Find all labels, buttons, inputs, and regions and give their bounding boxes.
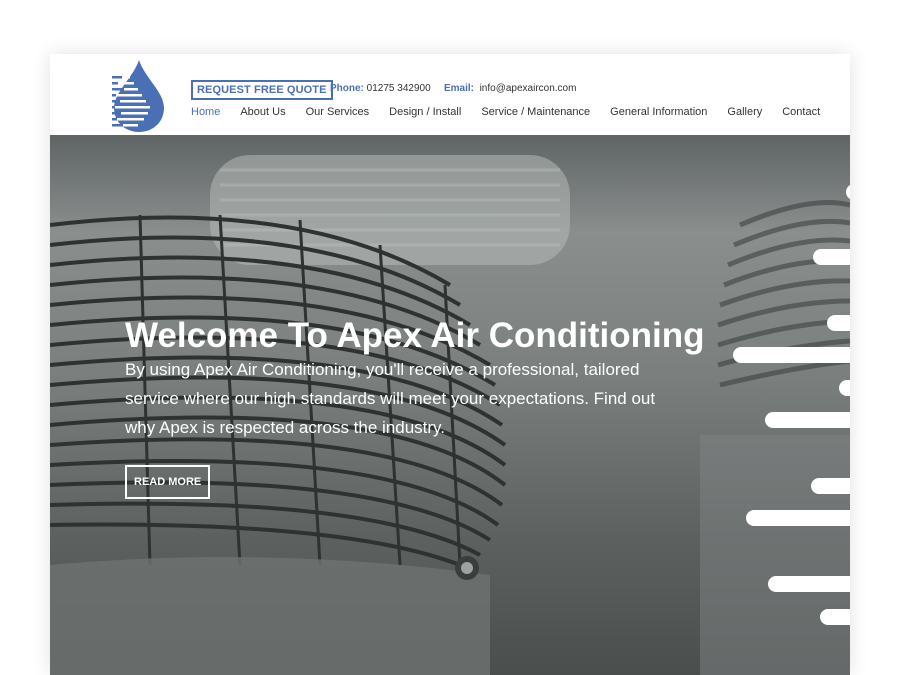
hero-banner: Welcome To Apex Air Conditioning By usin… [50,135,850,675]
email-address[interactable]: info@apexaircon.com [480,83,577,94]
decor-line [733,347,850,363]
hero-description: By using Apex Air Conditioning, you'll r… [125,360,656,437]
water-drop-logo-icon[interactable] [112,58,166,132]
request-quote-button[interactable]: REQUEST FREE QUOTE [191,80,333,100]
decor-line [827,315,850,331]
email-label: Email: [444,83,475,94]
decor-line [765,412,850,428]
nav-item-general-information[interactable]: General Information [610,106,707,118]
nav-item-our-services[interactable]: Our Services [306,106,370,118]
phone-contact: Phone: 01275 342900 [330,83,431,94]
phone-label: Phone: [330,83,364,94]
decor-line [839,380,850,396]
decor-line [768,576,850,592]
decor-line [746,510,850,526]
phone-number[interactable]: 01275 342900 [367,83,431,94]
nav-item-gallery[interactable]: Gallery [727,106,762,118]
nav-item-contact[interactable]: Contact [782,106,820,118]
nav-item-home[interactable]: Home [191,106,220,118]
decor-line [811,478,850,494]
decor-line [813,249,850,265]
decor-line [820,609,850,625]
site-header: REQUEST FREE QUOTE Phone: 01275 342900 E… [50,54,850,135]
page-frame: REQUEST FREE QUOTE Phone: 01275 342900 E… [50,54,850,675]
nav-item-service-maintenance[interactable]: Service / Maintenance [481,106,590,118]
nav-item-design-install[interactable]: Design / Install [389,106,461,118]
email-contact: Email: info@apexaircon.com [444,83,576,94]
main-nav: Home About Us Our Services Design / Inst… [191,106,840,118]
nav-item-about-us[interactable]: About Us [240,106,285,118]
hero-title: Welcome To Apex Air Conditioning [125,316,705,355]
read-more-button[interactable]: READ MORE [125,465,211,499]
